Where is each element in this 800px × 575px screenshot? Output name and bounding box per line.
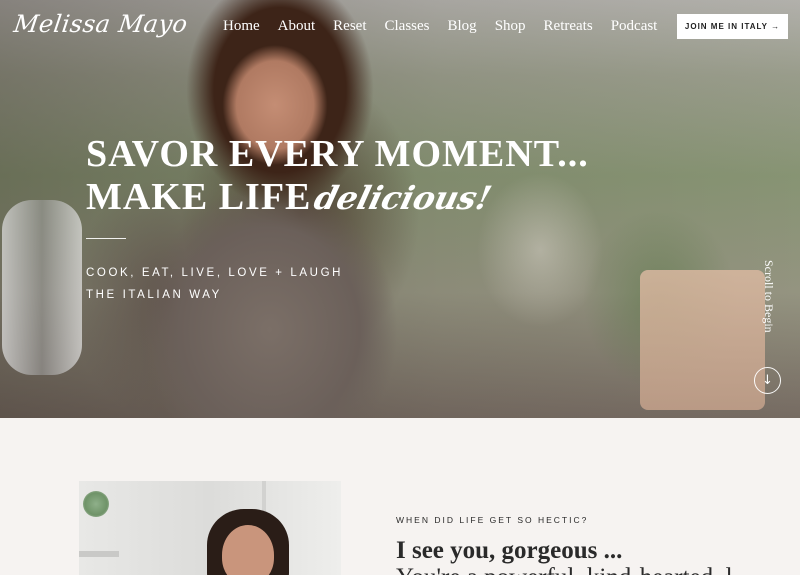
- hero-headline: SAVOR EVERY MOMENT... MAKE LIFEdelicious…: [86, 133, 589, 220]
- nav-blog[interactable]: Blog: [448, 18, 477, 35]
- headline-line-2: MAKE LIFE: [86, 176, 312, 218]
- intro-heading-continued: You're a powerful, kind-hearted, l: [396, 564, 733, 575]
- headline-line-1: SAVOR EVERY MOMENT...: [86, 133, 589, 175]
- basket: [640, 270, 765, 410]
- nav-classes[interactable]: Classes: [385, 18, 430, 35]
- shelf: [79, 551, 119, 557]
- join-italy-button[interactable]: JOIN ME IN ITALY →: [677, 14, 788, 39]
- main-nav: Home About Reset Classes Blog Shop Retre…: [223, 18, 675, 35]
- pepper-grinder: [2, 200, 82, 375]
- nav-about[interactable]: About: [278, 18, 316, 35]
- plant: [83, 491, 109, 517]
- scroll-to-begin-label[interactable]: Scroll to Begin: [760, 260, 776, 360]
- hero-divider: [86, 238, 126, 239]
- headline-script-word: delicious!: [310, 179, 496, 217]
- intro-heading: I see you, gorgeous ...: [396, 537, 623, 564]
- hero-tagline: COOK, EAT, LIVE, LOVE + LAUGH THE ITALIA…: [86, 262, 343, 306]
- arrow-down-circle-icon[interactable]: ↓: [754, 367, 781, 394]
- tagline-line-2: THE ITALIAN WAY: [86, 289, 222, 301]
- nav-shop[interactable]: Shop: [495, 18, 526, 35]
- hero-section: Melissa Mayo Home About Reset Classes Bl…: [0, 0, 800, 418]
- nav-reset[interactable]: Reset: [333, 18, 366, 35]
- tagline-line-1: COOK, EAT, LIVE, LOVE + LAUGH: [86, 267, 344, 279]
- intro-eyebrow: WHEN DID LIFE GET SO HECTIC?: [396, 515, 589, 525]
- site-logo[interactable]: Melissa Mayo: [12, 10, 190, 38]
- nav-podcast[interactable]: Podcast: [611, 18, 658, 35]
- intro-section: WHEN DID LIFE GET SO HECTIC? I see you, …: [0, 418, 800, 575]
- nav-home[interactable]: Home: [223, 18, 260, 35]
- portrait-photo: [79, 481, 341, 575]
- nav-retreats[interactable]: Retreats: [544, 18, 593, 35]
